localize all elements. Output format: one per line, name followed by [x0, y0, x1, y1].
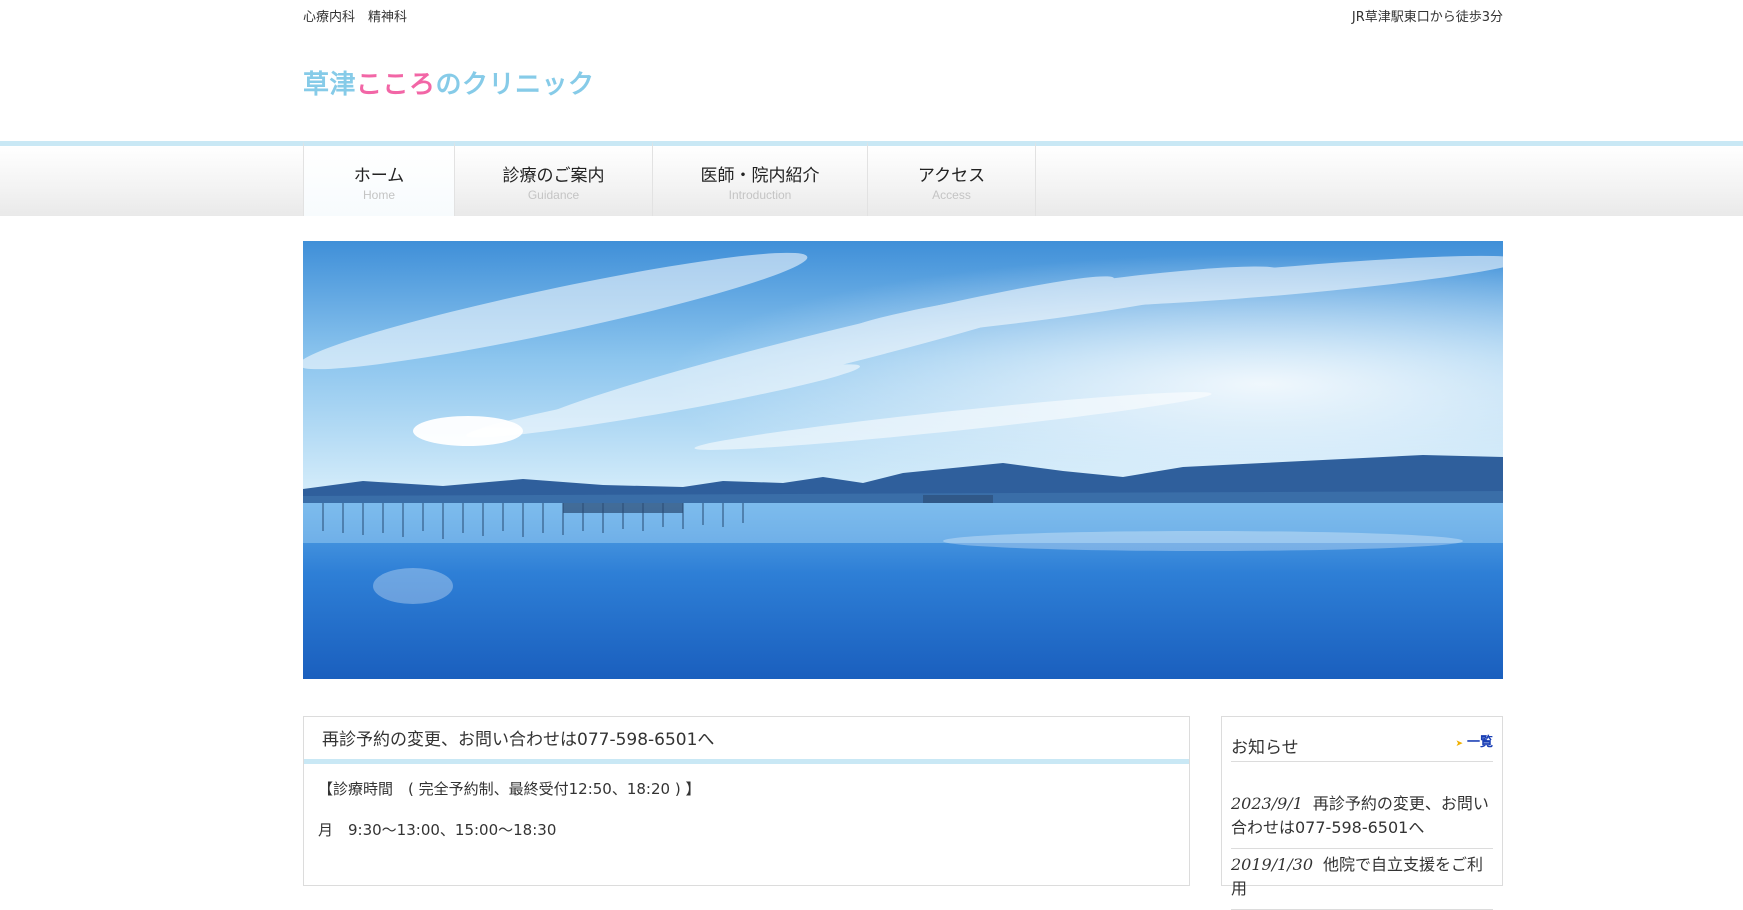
logo-part-3: のクリニック [435, 70, 595, 100]
news-header: お知らせ ➤ 一覧 [1231, 717, 1493, 762]
arrow-icon: ➤ [1455, 739, 1463, 749]
news-date: 2023/9/1 [1231, 794, 1303, 813]
panel-body: 【診療時間 ( 完全予約制、最終受付12:50、18:20 ) 】 月 9:30… [304, 764, 1189, 874]
nav-sublabel: Guidance [527, 187, 580, 202]
nav-label: 医師・院内紹介 [700, 165, 820, 186]
news-date: 2019/1/30 [1231, 855, 1314, 874]
nav-item-introduction[interactable]: 医師・院内紹介 Introduction [653, 141, 868, 216]
hours-title: 【診療時間 ( 完全予約制、最終受付12:50、18:20 ) 】 [318, 780, 701, 798]
nav-sublabel: Access [932, 187, 971, 202]
nav-item-home[interactable]: ホーム Home [303, 141, 455, 216]
nav-sublabel: Introduction [728, 187, 792, 202]
main-nav: ホーム Home 診療のご案内 Guidance 医師・院内紹介 Introdu… [303, 141, 1036, 216]
logo-part-1: 草津 [303, 70, 357, 100]
news-item[interactable]: 2019/1/30 他院で自立支援をご利用 [1231, 849, 1493, 910]
news-sidebar: お知らせ ➤ 一覧 2023/9/1 再診予約の変更、お問い合わせは077-598-… [1221, 716, 1503, 910]
nav-label: アクセス [917, 165, 986, 186]
nav-sublabel: Home [362, 187, 395, 202]
news-list-label: 一覧 [1466, 735, 1493, 750]
specialty-text: 心療内科 精神科 [303, 10, 408, 25]
panel-heading: 再診予約の変更、お問い合わせは077-598-6501へ [304, 717, 1189, 764]
top-info-bar: 心療内科 精神科 JR草津駅東口から徒歩3分 [303, 0, 1503, 28]
access-info-text: JR草津駅東口から徒歩3分 [1351, 10, 1503, 25]
nav-item-access[interactable]: アクセス Access [868, 141, 1036, 216]
site-logo[interactable]: 草津こころのクリニック [303, 64, 595, 101]
nav-label: 診療のご案内 [502, 165, 605, 186]
news-list-link[interactable]: ➤ 一覧 [1455, 731, 1493, 750]
nav-item-guidance[interactable]: 診療のご案内 Guidance [455, 141, 653, 216]
clinic-hours-panel: 再診予約の変更、お問い合わせは077-598-6501へ 【診療時間 ( 完全予… [303, 716, 1190, 886]
hours-monday: 月 9:30〜13:00、15:00〜18:30 [318, 821, 557, 839]
logo-part-2: こころ [356, 70, 436, 100]
hero-lake-image [303, 241, 1503, 679]
news-list: 2023/9/1 再診予約の変更、お問い合わせは077-598-6501へ 201… [1231, 762, 1493, 910]
news-title: お知らせ [1231, 738, 1299, 758]
news-item[interactable]: 2023/9/1 再診予約の変更、お問い合わせは077-598-6501へ [1231, 762, 1493, 849]
nav-label: ホーム [353, 165, 405, 186]
